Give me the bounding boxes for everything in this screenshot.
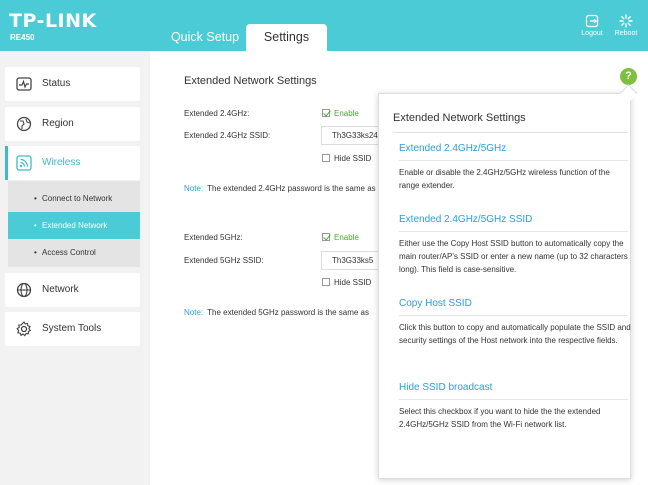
help-heading: Extended 2.4GHz/5GHz SSID	[399, 214, 533, 225]
sidebar-item-label: System Tools	[42, 323, 102, 334]
sidebar-item-label: Wireless	[42, 157, 81, 168]
page-title: Extended Network Settings	[184, 75, 317, 87]
note-text: The extended 5GHz password is the same a…	[207, 308, 369, 317]
divider	[399, 315, 628, 316]
divider	[399, 399, 628, 400]
help-panel: Extended Network Settings Extended 2.4GH…	[378, 93, 631, 479]
help-heading: Hide SSID broadcast	[399, 382, 493, 393]
note-text: The extended 2.4GHz password is the same…	[207, 184, 376, 193]
reboot-label: Reboot	[614, 30, 638, 37]
active-indicator	[5, 146, 8, 180]
sidebar-item-label: Network	[42, 284, 79, 295]
hide-ssid-label: Hide SSID	[334, 154, 372, 163]
tab-quick-setup[interactable]: Quick Setup	[164, 24, 246, 51]
checkbox-box	[322, 154, 330, 162]
network-globe-icon	[16, 282, 32, 298]
help-text: Either use the Copy Host SSID button to …	[399, 239, 628, 274]
checkbox-box	[322, 233, 330, 241]
wireless-icon	[16, 155, 32, 171]
help-icon[interactable]: ?	[620, 68, 637, 85]
reboot-button[interactable]: Reboot	[611, 14, 641, 37]
logout-button[interactable]: Logout	[577, 14, 607, 37]
submenu-item-access-control[interactable]: Access Control	[8, 239, 140, 266]
reboot-icon	[619, 14, 633, 28]
divider	[393, 132, 628, 133]
gear-icon	[16, 321, 32, 337]
checkbox-box	[322, 278, 330, 286]
sidebar-item-network[interactable]: Network	[5, 273, 140, 307]
hide-ssid-5ghz-checkbox[interactable]: Hide SSID	[322, 278, 371, 287]
hide-ssid-label: Hide SSID	[334, 278, 372, 287]
help-title: Extended Network Settings	[393, 112, 526, 124]
divider	[399, 231, 628, 232]
logout-icon	[585, 14, 599, 28]
help-text: Enable or disable the 2.4GHz/5GHz wirele…	[399, 168, 610, 190]
ssid-24ghz-input[interactable]: Th3G33ks24	[321, 126, 381, 145]
sidebar-item-region[interactable]: Region	[5, 107, 140, 141]
tab-settings[interactable]: Settings	[246, 24, 327, 51]
status-icon	[16, 77, 32, 91]
extended-24ghz-label: Extended 2.4GHz:	[184, 109, 250, 118]
hide-ssid-24ghz-checkbox[interactable]: Hide SSID	[322, 154, 371, 163]
tp-link-logo: TP-LINK	[9, 10, 97, 32]
submenu-item-extended-network[interactable]: Extended Network	[8, 212, 140, 239]
divider	[399, 160, 628, 161]
note-5ghz: Note: The extended 5GHz password is the s…	[184, 308, 369, 317]
note-key: Note:	[184, 184, 204, 193]
note-24ghz: Note: The extended 2.4GHz password is the…	[184, 184, 376, 193]
enable-label: Enable	[334, 233, 359, 242]
sidebar-item-wireless[interactable]: Wireless	[5, 146, 140, 180]
sidebar: Status Region Wireless Connect to Networ…	[0, 51, 150, 485]
model-name: RE450	[10, 33, 35, 42]
enable-label: Enable	[334, 109, 359, 118]
sidebar-item-system-tools[interactable]: System Tools	[5, 312, 140, 346]
extended-5ghz-ssid-label: Extended 5GHz SSID:	[184, 256, 264, 265]
globe-icon	[16, 116, 32, 132]
note-key: Note:	[184, 308, 204, 317]
top-header: TP-LINK RE450 Quick Setup Settings Logou…	[0, 0, 648, 51]
submenu-item-connect-to-network[interactable]: Connect to Network	[8, 185, 140, 212]
extended-5ghz-label: Extended 5GHz:	[184, 233, 243, 242]
sidebar-item-status[interactable]: Status	[5, 67, 140, 101]
help-text: Select this checkbox if you want to hide…	[399, 407, 601, 429]
help-heading: Copy Host SSID	[399, 298, 472, 309]
sidebar-item-label: Status	[42, 78, 71, 89]
help-heading: Extended 2.4GHz/5GHz	[399, 143, 507, 154]
sidebar-item-label: Region	[42, 118, 74, 129]
enable-24ghz-checkbox[interactable]: Enable	[322, 109, 359, 118]
extended-24ghz-ssid-label: Extended 2.4GHz SSID:	[184, 131, 271, 140]
logout-label: Logout	[581, 30, 603, 37]
checkbox-box	[322, 109, 330, 117]
wireless-submenu: Connect to Network Extended Network Acce…	[8, 181, 140, 267]
enable-5ghz-checkbox[interactable]: Enable	[322, 233, 359, 242]
help-text: Click this button to copy and automatica…	[399, 323, 631, 345]
ssid-5ghz-input[interactable]: Th3G33ks5	[321, 251, 381, 270]
